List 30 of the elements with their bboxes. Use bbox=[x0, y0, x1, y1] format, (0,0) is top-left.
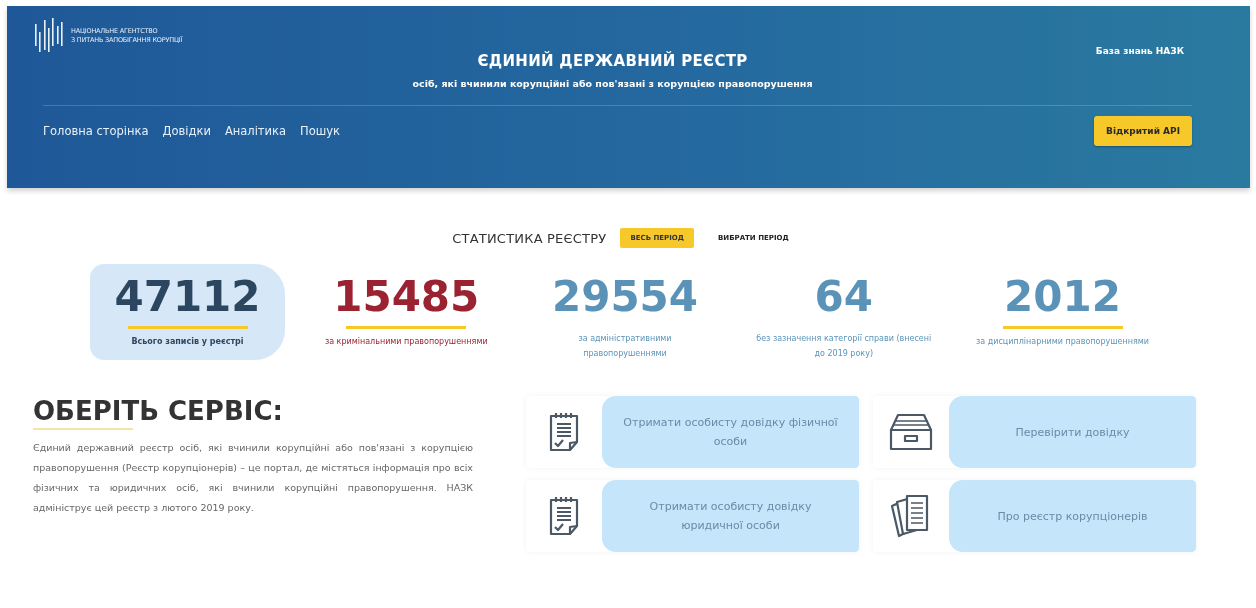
registry-subtitle: осіб, які вчинили корупційні або пов'язані з корупцією правопорушення bbox=[412, 78, 813, 89]
nav-link[interactable]: Довідки bbox=[162, 124, 211, 138]
open-api-button[interactable]: Відкритий API bbox=[1094, 116, 1192, 146]
services-description: Єдиний державний реєстр осіб, які вчинили корупційні або пов'язані з корупцією правопорушення (Реєстр корупціонерів) – це портал, де містяться інформація про всіх фізичних та юридичних осіб, які вчинили корупційні правопорушення. НАЗК адмініструє цей реєстр з лютого 2019 року. bbox=[33, 441, 473, 515]
stat-card[interactable]: 2012 за дисциплінарними правопорушеннями bbox=[965, 264, 1160, 360]
stat-card[interactable]: 47112 Всього записів у реєстрі bbox=[90, 264, 285, 360]
stat-label: Всього записів у реєстрі bbox=[131, 336, 244, 348]
stat-card[interactable]: 64 без зазначення категорії справи (внесені до 2019 року) bbox=[746, 264, 942, 360]
nav-link[interactable]: Пошук bbox=[300, 124, 340, 138]
stat-card[interactable]: 29554 за адміністративними правопорушеннями bbox=[527, 264, 723, 360]
inbox-tray-icon bbox=[888, 412, 934, 452]
stat-label: за кримінальними правопорушеннями bbox=[324, 336, 488, 348]
nav-link[interactable]: Головна сторінка bbox=[43, 124, 149, 138]
checklist-icon bbox=[548, 496, 580, 536]
stat-value: 64 bbox=[814, 274, 873, 320]
nav-link[interactable]: Аналітика bbox=[224, 124, 287, 138]
services-title: ОБЕРІТЬ СЕРВІС: bbox=[33, 396, 284, 426]
stat-label: за адміністративними правопорушеннями bbox=[577, 333, 673, 360]
stat-value: 29554 bbox=[551, 274, 699, 320]
stat-card[interactable]: 15485 за кримінальними правопорушеннями bbox=[308, 264, 504, 360]
knowledge-base-link[interactable]: База знань НАЗК bbox=[1095, 46, 1184, 56]
stat-label: без зазначення категорії справи (внесені до 2019 року) bbox=[756, 333, 932, 360]
stat-label: за дисциплінарними правопорушеннями bbox=[976, 336, 1149, 348]
stat-value: 15485 bbox=[333, 274, 480, 320]
registry-title: ЄДИНИЙ ДЕРЖАВНИЙ РЕЄСТР bbox=[477, 52, 748, 70]
stat-value: 47112 bbox=[114, 274, 261, 320]
logo-icon bbox=[33, 18, 65, 54]
checklist-icon bbox=[548, 412, 580, 452]
stat-value: 2012 bbox=[1004, 274, 1121, 320]
statistics-title: СТАТИСТИКА РЕЄСТРУ bbox=[452, 230, 607, 246]
